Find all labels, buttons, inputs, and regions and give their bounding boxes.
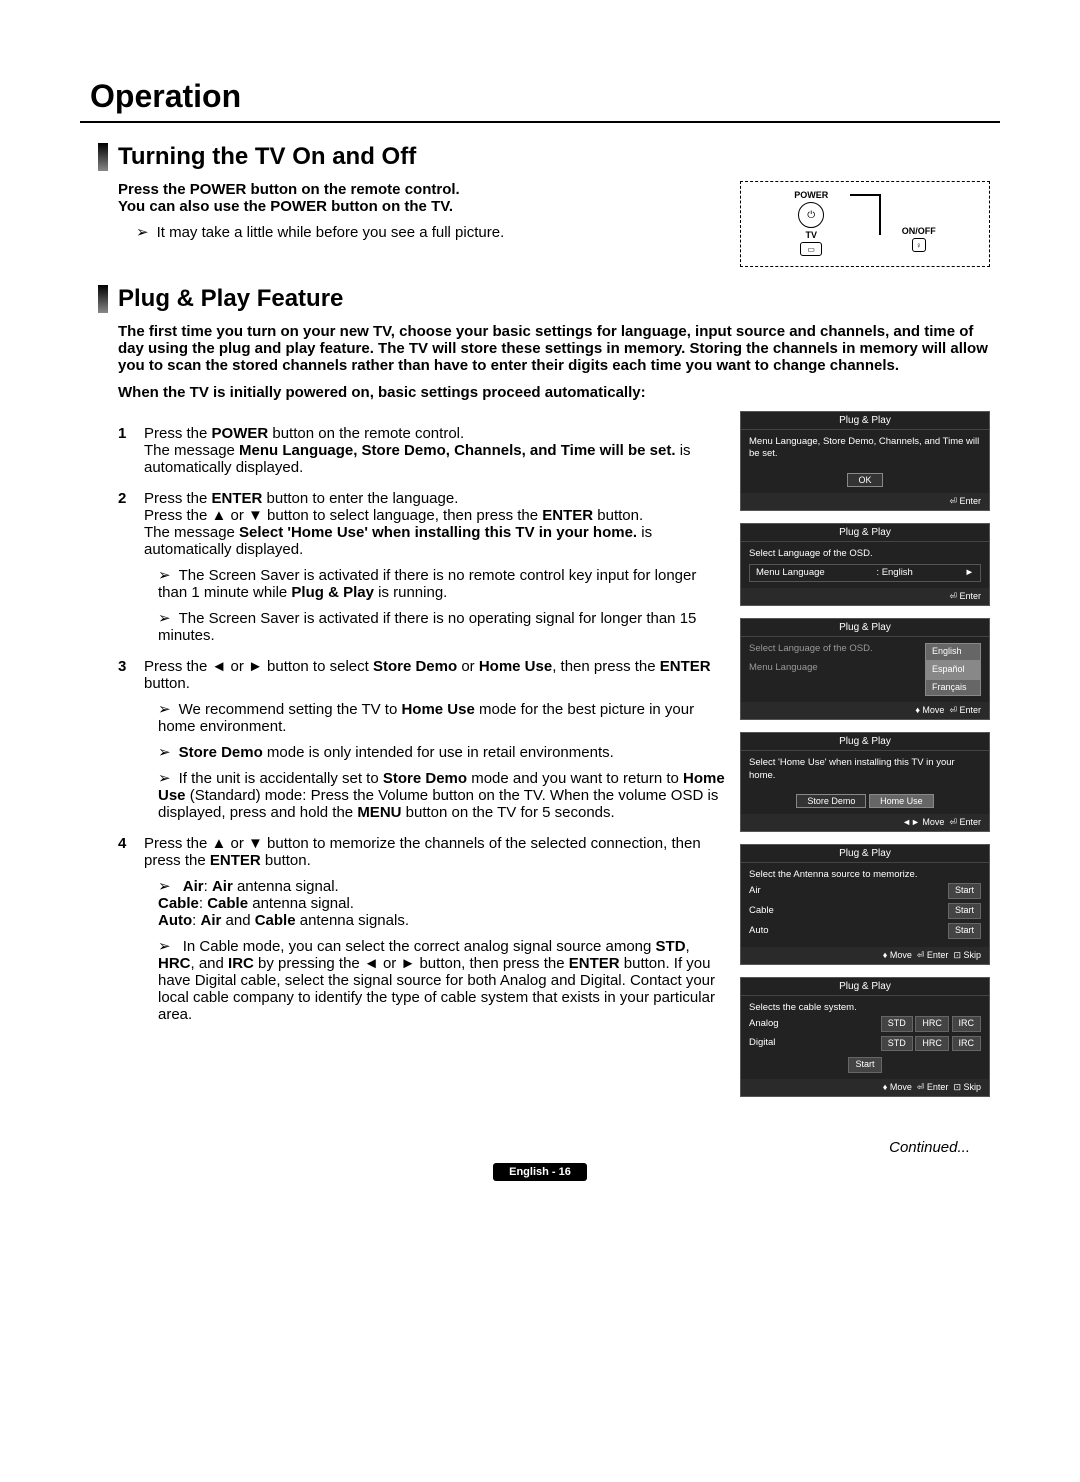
osd-screen-4: Plug & Play Select 'Home Use' when insta… [740,732,990,832]
section-accent-bar [98,285,108,313]
osd-screen-1: Plug & Play Menu Language, Store Demo, C… [740,411,990,511]
tv-label: TV [794,230,828,240]
step-3: 3 Press the ◄ or ► button to select Stor… [118,658,726,821]
section-plugplay: Plug & Play Feature [98,285,1000,313]
step-1: 1 Press the POWER button on the remote c… [118,425,726,476]
power-label: POWER [794,190,828,200]
enter-icon: ⏎ [949,591,959,601]
power-instruction-1: Press the POWER button on the remote con… [118,181,726,198]
chapter-title: Operation [80,70,1000,123]
power-note: It may take a little while before you se… [136,223,726,241]
remote-outline-icon [845,190,885,240]
enter-icon: ⏎ [949,496,959,506]
remote-diagram: POWER ⏻ TV ▭ x ON/OFF ♀ [740,181,990,267]
step-number: 1 [118,425,144,476]
tv-button-icon: ▭ [800,242,822,256]
step2-note2: The Screen Saver is activated if there i… [158,609,726,644]
osd-screenshots-column: Plug & Play Menu Language, Store Demo, C… [740,411,990,1109]
step-4: 4 Press the ▲ or ▼ button to memorize th… [118,835,726,1023]
osd-screen-5: Plug & Play Select the Antenna source to… [740,844,990,964]
section-power: Turning the TV On and Off [98,143,1000,171]
section-title: Turning the TV On and Off [118,143,416,171]
chevron-right-icon: ► [965,567,974,579]
steps-column: 1 Press the POWER button on the remote c… [118,411,726,1037]
step-2: 2 Press the ENTER button to enter the la… [118,490,726,644]
step-number: 3 [118,658,144,821]
power-icon: ⏻ [798,202,824,228]
step-number: 2 [118,490,144,644]
continued-label: Continued... [80,1139,970,1156]
osd-ok-button: OK [847,473,882,487]
plugplay-intro: The first time you turn on your new TV, … [118,323,990,374]
osd-homeuse-button: Home Use [869,794,934,808]
page-content-frame: Operation Turning the TV On and Off Pres… [80,70,1000,1179]
step4-note1: Air: Air antenna signal. Cable: Cable an… [158,877,726,929]
osd-screen-2: Plug & Play Select Language of the OSD. … [740,523,990,607]
osd-screen-3: Plug & Play Select Language of the OSD. … [740,618,990,720]
page-number-badge: English - 16 [493,1163,587,1181]
step2-note1: The Screen Saver is activated if there i… [158,566,726,601]
onoff-label: ON/OFF [902,226,936,236]
step3-note2: Store Demo mode is only intended for use… [158,743,726,761]
osd-screen-6: Plug & Play Selects the cable system. An… [740,977,990,1097]
step4-note2: In Cable mode, you can select the correc… [158,937,726,1023]
step-number: 4 [118,835,144,1023]
onoff-button-icon: ♀ [912,238,926,252]
section-accent-bar [98,143,108,171]
plugplay-intro2: When the TV is initially powered on, bas… [118,384,990,401]
step3-note1: We recommend setting the TV to Home Use … [158,700,726,735]
page-footer: English - 16 [80,1162,1000,1179]
section-title: Plug & Play Feature [118,285,343,313]
osd-storedemo-button: Store Demo [796,794,866,808]
step3-note3: If the unit is accidentally set to Store… [158,769,726,821]
power-instruction-2: You can also use the POWER button on the… [118,198,726,215]
